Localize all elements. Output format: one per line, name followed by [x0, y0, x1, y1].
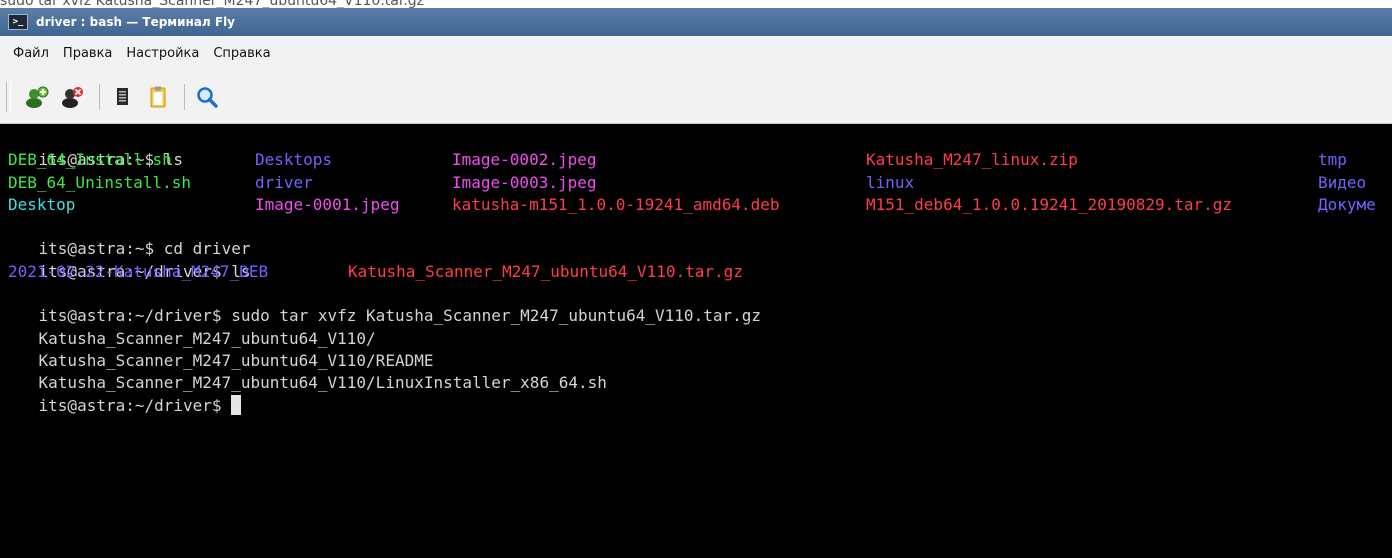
file-entry: Katusha_Scanner_M247_ubuntu64_V110.tar.g… [348, 261, 743, 281]
directory-entry: driver [255, 172, 313, 192]
directory-entry: Докуме [1318, 194, 1376, 214]
terminal-line: DEB_64_Install.sh Desktops Image-0002.jp… [0, 149, 1392, 171]
file-entry: DEB_64_Uninstall.sh [8, 172, 192, 192]
file-entry: Image-0002.jpeg [452, 150, 597, 170]
directory-entry: Desktops [255, 150, 333, 170]
terminal-line: its@astra:~/driver$ ls [0, 238, 1392, 281]
prompt: its@astra:~/driver$ [38, 395, 232, 415]
menu-settings[interactable]: Настройка [119, 42, 206, 65]
copy-icon [117, 87, 128, 105]
terminal-line: its@astra:~/driver$ [0, 372, 1392, 415]
directory-entry: linux [866, 172, 915, 192]
terminal-line: DEB_64_Uninstall.sh driver Image-0003.jp… [0, 172, 1392, 194]
copy-button[interactable] [106, 81, 138, 113]
file-entry: Image-0001.jpeg [255, 194, 400, 214]
directory-entry: Видео [1318, 172, 1367, 192]
file-entry: Image-0003.jpeg [452, 172, 597, 192]
file-entry: katusha-m151_1.0.0-19241_amd64.deb [452, 194, 780, 214]
toolbar [0, 70, 1392, 124]
file-entry: DEB_64_Install.sh [8, 150, 172, 170]
menu-edit[interactable]: Правка [56, 42, 119, 65]
terminal-line: Katusha_Scanner_M247_ubuntu64_V110/Linux… [0, 350, 1392, 392]
directory-entry: tmp [1318, 150, 1347, 170]
window-titlebar[interactable]: >_ driver : bash — Терминал Fly [0, 8, 1392, 36]
terminal-icon: >_ [8, 14, 28, 30]
terminal-line: its@astra:~$ ls [0, 127, 1392, 169]
paste-icon [150, 86, 166, 107]
terminal-line: Desktop Image-0001.jpeg katusha-m151_1.0… [0, 194, 1392, 216]
close-session-button[interactable] [57, 81, 89, 113]
search-icon [197, 86, 218, 108]
terminal-line: 2021-02-22-Katusha_M247_DEB Katusha_Scan… [0, 261, 1392, 283]
new-session-button[interactable] [21, 81, 53, 113]
terminal-line: Katusha_Scanner_M247_ubuntu64_V110/READM… [0, 328, 1392, 370]
close-session-icon [62, 86, 83, 108]
terminal-cursor [231, 394, 242, 415]
file-entry: Katusha_M247_linux.zip [866, 150, 1078, 170]
file-entry: M151_deb64_1.0.0.19241_20190829.tar.gz [866, 194, 1233, 214]
toolbar-separator [99, 83, 100, 110]
directory-entry: 2021-02-22-Katusha_M247_DEB [8, 261, 269, 281]
terminal-line: its@astra:~$ cd driver [0, 216, 1392, 258]
window-title: driver : bash — Терминал Fly [36, 15, 236, 29]
terminal-line: Katusha_Scanner_M247_ubuntu64_V110/ [0, 305, 1392, 348]
new-session-icon [26, 86, 49, 108]
background-text: sudo tar xvfz Katusha_Scanner_M247_ubunt… [0, 0, 424, 8]
menu-help[interactable]: Справка [206, 42, 277, 65]
search-button[interactable] [191, 81, 223, 113]
toolbar-separator [184, 83, 185, 110]
toolbar-grip[interactable] [6, 81, 11, 112]
terminal-line: its@astra:~/driver$ sudo tar xvfz Katush… [0, 283, 1392, 325]
menu-file[interactable]: Файл [6, 42, 56, 65]
link-entry: Desktop [8, 194, 76, 214]
menubar: Файл Правка Настройка Справка [0, 36, 1392, 70]
paste-button[interactable] [142, 81, 174, 113]
terminal-view[interactable]: its@astra:~$ ls DEB_64_Install.sh Deskto… [0, 124, 1392, 558]
